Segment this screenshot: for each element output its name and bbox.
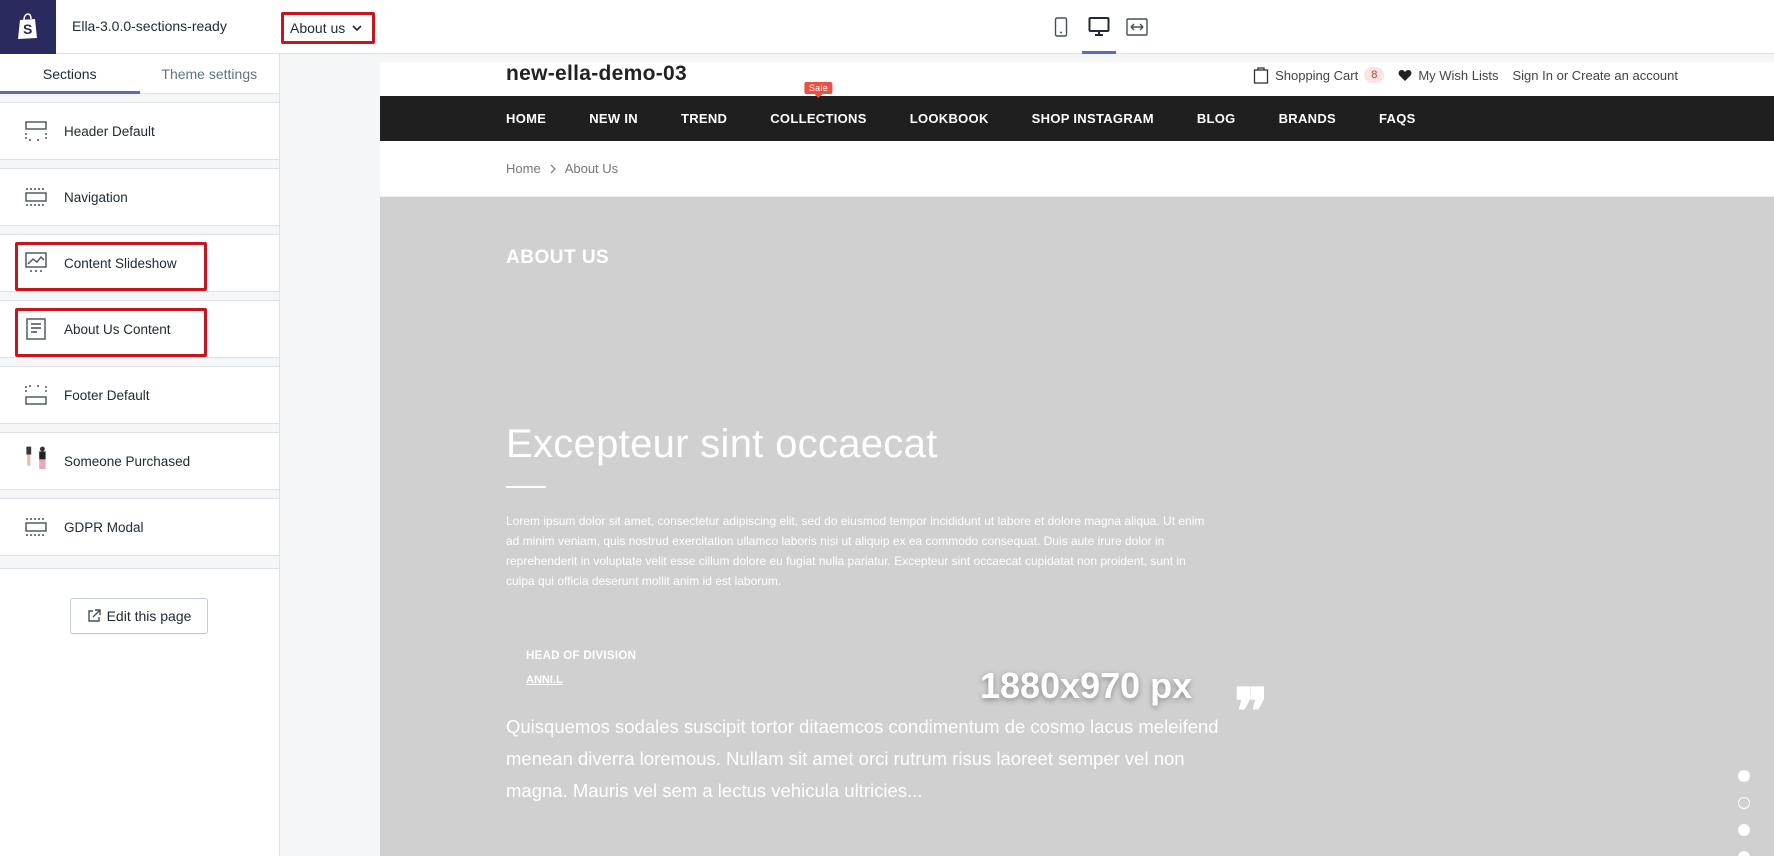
device-switcher: [1050, 0, 1148, 54]
cart-label: Shopping Cart: [1275, 67, 1359, 83]
breadcrumb-current: About Us: [564, 161, 619, 176]
page-selector-label: About us: [290, 20, 346, 36]
section-item-content-slideshow[interactable]: Content Slideshow: [0, 234, 279, 292]
footer-section-icon: [24, 383, 48, 407]
section-label: Navigation: [64, 189, 128, 205]
desktop-icon: [1088, 17, 1110, 36]
breadcrumb-home-link[interactable]: Home: [506, 161, 541, 176]
shopify-logo[interactable]: S: [0, 0, 56, 54]
page-title: ABOUT US: [506, 247, 610, 268]
store-navbar: HOME NEW IN TREND COLLECTIONS Sale LOOKB…: [380, 82, 1774, 141]
desktop-view-button[interactable]: [1082, 0, 1116, 54]
section-item-gdpr-modal[interactable]: GDPR Modal: [0, 498, 279, 556]
account-link[interactable]: Sign In or Create an account: [1513, 68, 1679, 83]
fullscreen-view-button[interactable]: [1126, 0, 1148, 54]
text-content-icon: [24, 317, 48, 341]
editor-topbar: S Ella-3.0.0-sections-ready About us: [0, 0, 1774, 54]
shopping-cart-link[interactable]: Shopping Cart 8: [1253, 66, 1385, 84]
store-header-links: Shopping Cart 8 My Wish Lists Sign In or…: [1253, 62, 1678, 88]
slide-dot-3[interactable]: [1738, 824, 1750, 836]
section-label: Header Default: [64, 123, 155, 139]
section-label: Footer Default: [64, 387, 150, 403]
edit-page-label: Edit this page: [106, 608, 192, 624]
author-name: ANNI.L: [526, 674, 563, 686]
slideshow-pagination: [1738, 770, 1750, 856]
slide-dot-1[interactable]: [1738, 770, 1750, 782]
heart-icon: [1398, 69, 1412, 81]
tab-theme-settings[interactable]: Theme settings: [140, 54, 280, 93]
section-label: About Us Content: [64, 321, 171, 337]
product-thumbnail-icon: [24, 446, 48, 473]
cart-count-badge: 8: [1364, 67, 1385, 83]
image-size-placeholder: 1880x970 px: [980, 665, 1193, 706]
section-list: Header Default Navigation Content Slides…: [0, 94, 279, 569]
header-section-icon: [24, 119, 48, 143]
breadcrumb: Home About Us: [380, 141, 1774, 197]
slide-dot-2[interactable]: [1738, 797, 1750, 809]
svg-text:S: S: [23, 21, 32, 37]
chevron-down-icon: [352, 25, 362, 32]
nav-item-brands[interactable]: BRANDS: [1279, 111, 1336, 126]
theme-name: Ella-3.0.0-sections-ready: [72, 18, 227, 34]
store-preview: new-ella-demo-03 Shopping Cart 8 My Wish…: [380, 62, 1774, 856]
slideshow-icon: [24, 251, 48, 275]
store-logo-text[interactable]: new-ella-demo-03: [506, 62, 687, 86]
section-item-footer-default[interactable]: Footer Default: [0, 366, 279, 424]
heading-divider: [506, 486, 546, 488]
modal-section-icon: [24, 515, 48, 539]
navigation-section-icon: [24, 185, 48, 209]
testimonial-quote: Quisquemos sodales suscipit tortor ditae…: [506, 716, 1219, 801]
quote-icon: ❞: [1234, 675, 1269, 750]
wishlist-label: My Wish Lists: [1418, 67, 1499, 83]
section-label: GDPR Modal: [64, 519, 144, 535]
mobile-view-button[interactable]: [1050, 0, 1072, 54]
nav-item-faqs[interactable]: FAQS: [1379, 111, 1416, 126]
about-us-slideshow: ABOUT US Excepteur sint occaecat Lorem i…: [380, 197, 1774, 856]
section-label: Someone Purchased: [64, 453, 191, 469]
nav-item-home[interactable]: HOME: [506, 111, 546, 126]
nav-item-collections-label: COLLECTIONS: [770, 111, 867, 126]
mobile-icon: [1054, 17, 1068, 37]
page-selector[interactable]: About us: [281, 12, 375, 44]
expand-icon: [1126, 18, 1148, 36]
section-label: Content Slideshow: [64, 255, 177, 271]
wishlist-link[interactable]: My Wish Lists: [1398, 67, 1499, 83]
hero-heading: Excepteur sint occaecat: [506, 422, 938, 466]
section-item-navigation[interactable]: Navigation: [0, 168, 279, 226]
nav-item-blog[interactable]: BLOG: [1197, 111, 1236, 126]
tab-sections[interactable]: Sections: [0, 54, 140, 94]
hero-body-text: Lorem ipsum dolor sit amet, consectetur …: [506, 514, 1205, 588]
nav-item-new-in[interactable]: NEW IN: [589, 111, 638, 126]
section-item-header-default[interactable]: Header Default: [0, 102, 279, 160]
edit-page-button[interactable]: Edit this page: [70, 598, 208, 634]
sale-badge: Sale: [804, 82, 833, 94]
section-item-someone-purchased[interactable]: Someone Purchased: [0, 432, 279, 490]
chevron-right-icon: [550, 164, 556, 173]
section-item-about-us-content[interactable]: About Us Content: [0, 300, 279, 358]
sidebar-tabs: Sections Theme settings: [0, 54, 279, 94]
sections-sidebar: Sections Theme settings Header Default N…: [0, 54, 280, 856]
external-link-icon: [87, 609, 101, 622]
store-header: new-ella-demo-03 Shopping Cart 8 My Wish…: [380, 62, 1774, 96]
author-role: HEAD OF DIVISION: [526, 650, 637, 662]
cart-bag-icon: [1253, 67, 1269, 84]
nav-item-collections[interactable]: COLLECTIONS Sale: [770, 82, 867, 126]
divider: [0, 568, 279, 569]
shopify-bag-icon: S: [18, 13, 37, 39]
nav-item-shop-instagram[interactable]: SHOP INSTAGRAM: [1032, 111, 1154, 126]
slide-dot-4[interactable]: [1738, 851, 1750, 856]
nav-item-lookbook[interactable]: LOOKBOOK: [910, 111, 989, 126]
nav-item-trend[interactable]: TREND: [681, 111, 727, 126]
